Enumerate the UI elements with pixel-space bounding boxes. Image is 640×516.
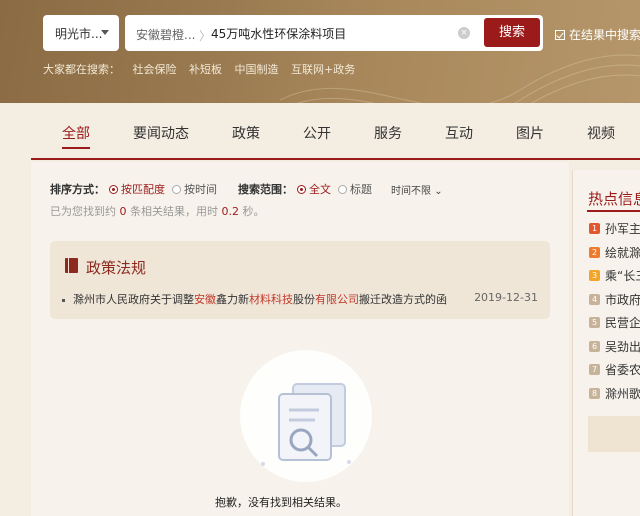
hot-info-item[interactable]: 6 吴劲出席 bbox=[589, 338, 640, 355]
search-header: 明光市... 安徽碧橙... 〉 45万吨水性环保涂料项目 × 搜索 在结果中搜… bbox=[0, 0, 640, 103]
result-summary: 已为您找到约 0 条相关结果，用时 0.2 秒。 bbox=[50, 203, 265, 219]
hot-search-label: 大家都在搜索： bbox=[43, 63, 120, 76]
result-summary-middle: 条相关结果，用时 bbox=[130, 205, 218, 218]
hot-info-title: 热点信息 bbox=[588, 190, 640, 208]
checkbox-checked-icon[interactable] bbox=[555, 29, 565, 40]
hot-info-item[interactable]: 3 乘“长三 bbox=[589, 267, 640, 284]
tab-news[interactable]: 要闻动态 bbox=[133, 123, 189, 143]
hot-term-link[interactable]: 社会保险 bbox=[133, 63, 177, 76]
policy-result-item[interactable]: 滁州市人民政府关于调整安徽鑫力新材料科技股份有限公司搬迁改造方式的函 2019-… bbox=[62, 291, 538, 307]
keyword-highlight: 材料科技 bbox=[249, 293, 293, 306]
hot-info-link[interactable]: 滁州歌手 bbox=[605, 385, 640, 402]
sort-relevance-radio[interactable]: 按匹配度 bbox=[109, 181, 165, 197]
search-input[interactable]: 安徽碧橙... 〉 45万吨水性环保涂料项目 × bbox=[125, 15, 543, 51]
hot-term-link[interactable]: 互联网+政务 bbox=[291, 63, 355, 76]
tab-all[interactable]: 全部 bbox=[62, 123, 90, 149]
hot-info-link[interactable]: 市政府常 bbox=[605, 291, 640, 308]
policy-section-title: 政策法规 bbox=[86, 259, 147, 277]
hot-info-link[interactable]: 乘“长三 bbox=[605, 267, 640, 284]
clear-icon[interactable]: × bbox=[458, 27, 470, 39]
hot-info-link[interactable]: 孙军主持 bbox=[605, 220, 640, 237]
category-nav: 全部 要闻动态 政策 公开 服务 互动 图片 视频 bbox=[31, 103, 640, 160]
in-result-checkbox[interactable]: 在结果中搜索 bbox=[555, 26, 640, 43]
policy-result-date: 2019-12-31 bbox=[474, 291, 538, 304]
scope-fulltext-radio[interactable]: 全文 bbox=[297, 181, 331, 197]
scope-title-radio[interactable]: 标题 bbox=[338, 181, 372, 197]
hot-info-link[interactable]: 民营企业 bbox=[605, 314, 640, 331]
hot-info-item[interactable]: 2 绘就滁州 bbox=[589, 244, 640, 261]
radio-icon bbox=[338, 184, 347, 194]
rank-badge: 1 bbox=[589, 223, 600, 234]
sort-time-radio[interactable]: 按时间 bbox=[172, 181, 217, 197]
tab-video[interactable]: 视频 bbox=[587, 123, 615, 143]
hot-info-link[interactable]: 省委农村 bbox=[605, 361, 640, 378]
policy-text-segment: 搬迁改造方式的函 bbox=[359, 293, 447, 306]
hot-search-bar: 大家都在搜索： 社会保险 补短板 中国制造 互联网+政务 bbox=[43, 61, 364, 77]
tab-public[interactable]: 公开 bbox=[303, 123, 331, 143]
sort-relevance-label: 按匹配度 bbox=[121, 183, 165, 196]
hot-info-link[interactable]: 吴劲出席 bbox=[605, 338, 640, 355]
hot-info-item[interactable]: 5 民营企业 bbox=[589, 314, 640, 331]
in-result-label: 在结果中搜索 bbox=[569, 28, 640, 42]
no-results-message: 抱歉，没有找到相关结果。 bbox=[215, 496, 347, 509]
city-select-label: 明光市... bbox=[55, 26, 103, 41]
policy-text-segment: 股份 bbox=[293, 293, 315, 306]
scope-label: 搜索范围： bbox=[238, 183, 293, 196]
filter-row: 排序方式： 按匹配度 按时间 搜索范围： 全文 标题 时间不限 ⌄ bbox=[50, 181, 443, 197]
hot-term-link[interactable]: 中国制造 bbox=[235, 63, 279, 76]
hot-info-item[interactable]: 4 市政府常 bbox=[589, 291, 640, 308]
chevron-right-icon: 〉 bbox=[199, 29, 212, 43]
tab-interaction[interactable]: 互动 bbox=[445, 123, 473, 143]
sidebar-banner bbox=[588, 416, 640, 452]
hot-info-item[interactable]: 1 孙军主持 bbox=[589, 220, 640, 237]
rank-badge: 7 bbox=[589, 364, 600, 375]
scope-title-label: 标题 bbox=[350, 183, 372, 196]
city-select[interactable]: 明光市... bbox=[43, 15, 119, 51]
hot-info-sidebar: 热点信息 1 孙军主持 2 绘就滁州 3 乘“长三 4 市政府常 5 民营企业 6 吴劲出席 7 省委农村… bbox=[572, 170, 640, 516]
time-filter-label: 时间不限 bbox=[391, 185, 431, 197]
no-results-illustration-icon bbox=[240, 350, 372, 482]
rank-badge: 4 bbox=[589, 293, 600, 305]
rank-badge: 6 bbox=[589, 340, 600, 352]
policy-text-segment: 滁州市人民政府关于调整 bbox=[73, 293, 194, 306]
radio-icon bbox=[172, 184, 181, 194]
search-scope[interactable]: 安徽碧橙... bbox=[136, 26, 195, 43]
keyword-highlight: 有限公司 bbox=[315, 293, 359, 306]
result-time: 0.2 bbox=[221, 205, 240, 218]
hot-info-link[interactable]: 绘就滁州 bbox=[605, 244, 640, 261]
search-query-text[interactable]: 45万吨水性环保涂料项目 bbox=[211, 25, 346, 42]
tab-service[interactable]: 服务 bbox=[374, 123, 402, 143]
results-panel: 排序方式： 按匹配度 按时间 搜索范围： 全文 标题 时间不限 ⌄ 已为您找到约… bbox=[31, 162, 569, 516]
chevron-down-icon bbox=[101, 30, 109, 35]
policy-text-segment: 鑫力新 bbox=[216, 293, 249, 306]
result-count: 0 bbox=[119, 205, 127, 218]
policy-section: 政策法规 滁州市人民政府关于调整安徽鑫力新材料科技股份有限公司搬迁改造方式的函 … bbox=[50, 241, 550, 319]
radio-selected-icon bbox=[109, 184, 118, 194]
tab-policy[interactable]: 政策 bbox=[232, 123, 260, 143]
scope-fulltext-label: 全文 bbox=[309, 183, 331, 196]
tab-images[interactable]: 图片 bbox=[516, 123, 544, 143]
radio-selected-icon bbox=[297, 184, 306, 194]
sort-time-label: 按时间 bbox=[184, 183, 217, 196]
rank-badge: 8 bbox=[589, 387, 600, 399]
rank-badge: 3 bbox=[589, 270, 600, 281]
search-button[interactable]: 搜索 bbox=[484, 18, 540, 47]
book-icon bbox=[65, 258, 78, 273]
hot-term-link[interactable]: 补短板 bbox=[189, 63, 222, 76]
sort-label: 排序方式： bbox=[50, 183, 105, 196]
policy-result-link[interactable]: 滁州市人民政府关于调整安徽鑫力新材料科技股份有限公司搬迁改造方式的函 bbox=[73, 293, 447, 306]
rank-badge: 2 bbox=[589, 246, 600, 258]
hot-info-item[interactable]: 7 省委农村 bbox=[589, 361, 640, 378]
keyword-highlight: 安徽 bbox=[194, 293, 216, 306]
rank-badge: 5 bbox=[589, 317, 600, 328]
divider bbox=[587, 210, 640, 212]
chevron-down-icon: ⌄ bbox=[434, 185, 443, 197]
hot-info-item[interactable]: 8 滁州歌手 bbox=[589, 385, 640, 402]
bullet-icon bbox=[62, 298, 65, 302]
time-filter-dropdown[interactable]: 时间不限 ⌄ bbox=[391, 182, 443, 197]
result-summary-prefix: 已为您找到约 bbox=[50, 205, 116, 218]
result-summary-suffix: 秒。 bbox=[242, 205, 265, 218]
